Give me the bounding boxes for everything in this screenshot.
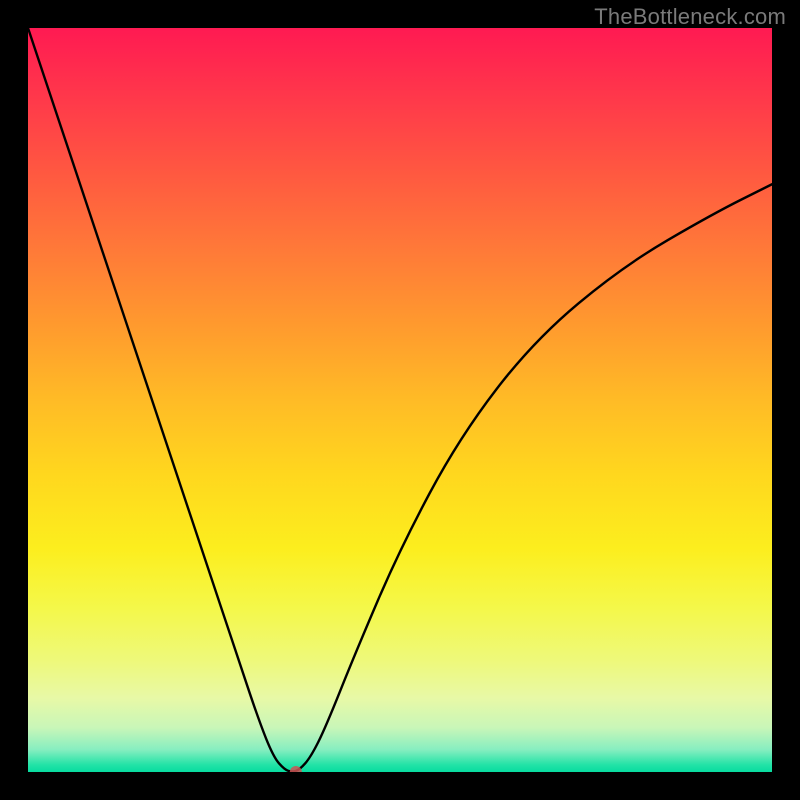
chart-frame: TheBottleneck.com [0,0,800,800]
watermark-text: TheBottleneck.com [594,4,786,30]
plot-area [28,28,772,772]
curve-svg [28,28,772,772]
bottleneck-curve-path [28,28,772,771]
